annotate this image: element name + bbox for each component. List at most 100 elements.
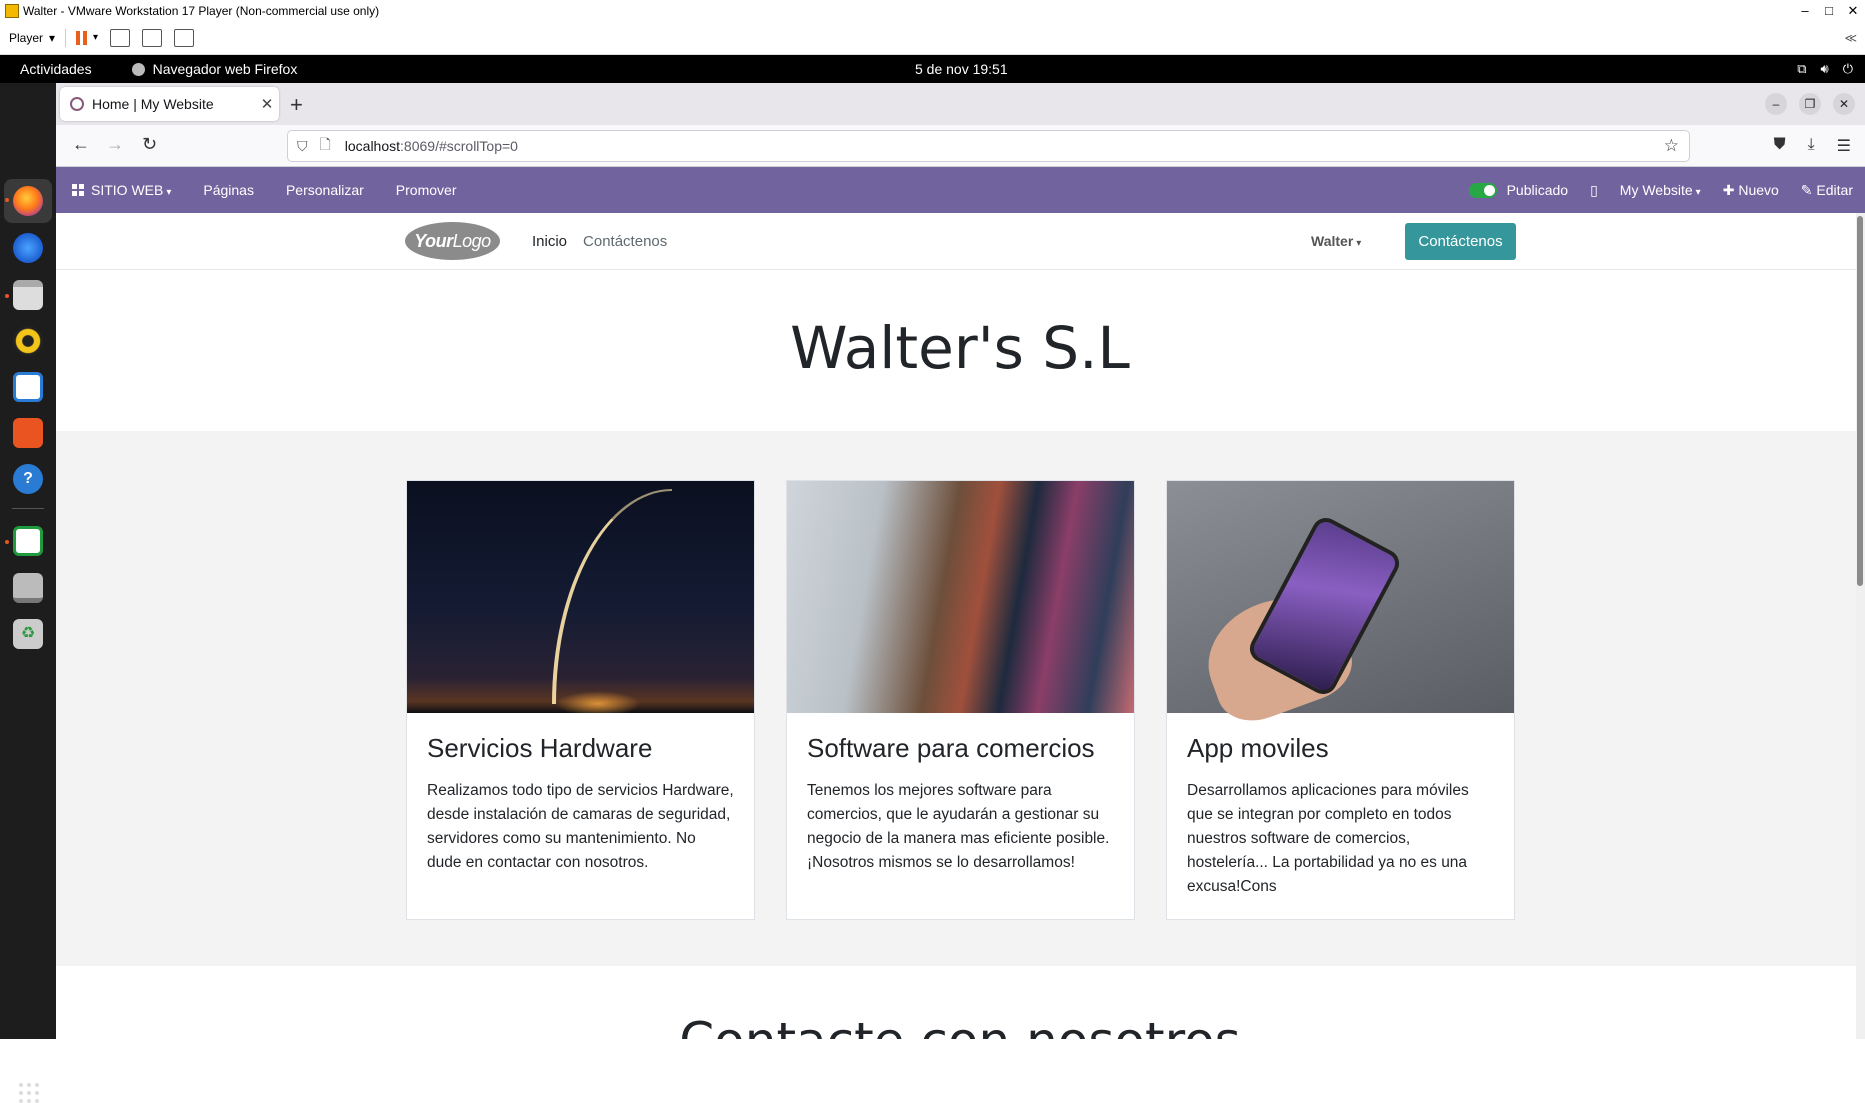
shield-icon[interactable]: ⛉ [297,138,308,155]
user-menu[interactable]: Walter [1311,233,1361,249]
vmware-logo-icon [5,3,19,18]
close-tab-icon[interactable]: ✕ [255,95,279,113]
site-header: YourLogo Inicio Contáctenos Walter Contá… [56,213,1856,270]
service-card: Software para comercios Tenemos los mejo… [786,480,1135,920]
close-icon[interactable]: ✕ [1833,93,1855,115]
thunderbird-icon[interactable] [13,233,43,263]
new-tab-icon[interactable]: + [290,92,303,118]
rocket-trail [552,489,672,704]
nav-contact[interactable]: Contáctenos [583,233,667,250]
minimize-icon[interactable]: – [1793,3,1817,19]
player-menu-label: Player [9,30,44,45]
published-label: Publicado [1506,181,1569,198]
drive-icon[interactable] [13,573,43,603]
url-bar[interactable]: ⛉ 🗋︎ localhost :8069/#scrollTop=0 ☆ [287,130,1690,162]
rocket-launch-image [407,481,754,713]
show-apps-icon[interactable] [19,1083,39,1103]
odoo-website-admin-bar: SITIO WEB Páginas Personalizar Promover … [56,167,1865,213]
close-icon[interactable]: ✕ [1841,3,1865,19]
clothing-rack-image [787,481,1134,713]
minimize-icon[interactable]: – [1765,93,1787,115]
card-title: Servicios Hardware [427,733,653,763]
edit-button-label: Editar [1816,181,1853,198]
clock[interactable]: 5 de nov 19:51 [915,61,1008,77]
hero-section: Walter's S.L [56,270,1856,431]
running-indicator [5,198,9,202]
activities-button[interactable]: Actividades [20,61,92,77]
pages-menu[interactable]: Páginas [203,182,254,198]
website-menu[interactable]: SITIO WEB [72,182,171,198]
website-menu-label: SITIO WEB [91,182,171,198]
fullscreen-icon[interactable] [142,28,163,47]
forward-icon[interactable]: → [106,134,124,155]
contact-button[interactable]: Contáctenos [1405,223,1516,260]
firefox-icon[interactable] [13,186,43,216]
website-switcher[interactable]: My Website [1620,182,1701,198]
calc-icon[interactable] [13,526,43,556]
gnome-top-bar: Actividades Navegador web Firefox 5 de n… [0,55,1865,83]
page-title: Walter's S.L [790,314,1130,382]
edit-button[interactable]: ✎ Editar [1801,182,1853,199]
downloads-icon[interactable]: ⤓ [1808,136,1815,156]
back-icon[interactable]: ← [72,134,90,155]
browser-tab[interactable]: Home | My Website ✕ [60,87,279,121]
site-nav: Inicio Contáctenos [532,233,667,250]
vmware-window-title: Walter - VMware Workstation 17 Player (N… [23,3,380,18]
hamburger-menu-icon[interactable]: ☰ [1837,136,1851,156]
maximize-icon[interactable]: □ [1817,3,1841,19]
card-title: Software para comercios [807,733,1095,763]
card-text: Realizamos todo tipo de servicios Hardwa… [427,782,734,871]
customize-menu[interactable]: Personalizar [286,182,364,198]
send-ctrl-alt-del-icon[interactable] [110,28,131,47]
card-text: Tenemos los mejores software para comerc… [807,782,1110,871]
new-button[interactable]: ✚ Nuevo [1723,182,1779,199]
collapse-toolbar-icon[interactable]: ≪ [1844,31,1857,45]
software-icon[interactable] [13,418,43,448]
browser-tab-bar: Home | My Website ✕ + – ❐ ✕ [56,83,1865,125]
browser-nav-bar: ← → ↻ ⛉ 🗋︎ localhost :8069/#scrollTop=0 … [56,125,1865,167]
published-toggle[interactable]: Publicado [1468,181,1569,199]
promote-menu[interactable]: Promover [396,182,457,198]
card-title: App moviles [1187,733,1329,763]
app-menu[interactable]: Navegador web Firefox [131,61,297,77]
pause-icon[interactable] [76,30,88,45]
vmware-toolbar: Player ▾ ▾ ≪ [0,21,1865,55]
page-scrollbar[interactable] [1856,213,1865,1039]
page-info-icon[interactable]: 🗋︎ [320,134,331,158]
apps-grid-icon [72,184,84,196]
new-button-label: Nuevo [1738,181,1779,198]
firefox-icon [131,62,145,76]
tab-title: Home | My Website [92,96,214,112]
trash-icon[interactable]: ♻ [13,619,43,649]
running-indicator [5,540,9,544]
dock-divider [12,508,44,509]
system-tray[interactable]: ⧉ 🔊︎ ⏻ [1797,61,1853,77]
help-icon[interactable]: ? [13,464,43,494]
card-text: Desarrollamos aplicaciones para móviles … [1187,782,1469,895]
toolbar-divider [65,28,67,47]
chevron-down-icon[interactable]: ▾ [93,32,98,43]
scrollbar-thumb[interactable] [1857,216,1863,586]
unity-icon[interactable] [174,28,195,47]
url-path: :8069/#scrollTop=0 [400,138,518,154]
restore-icon[interactable]: ❐ [1799,93,1821,115]
contact-section: Contacte con nosotros [56,966,1856,1039]
plus-icon: ✚ [1722,181,1739,198]
site-logo[interactable]: Your Logo [405,222,500,260]
bookmark-star-icon[interactable]: ☆ [1664,136,1679,156]
url-host: localhost [344,138,401,154]
mobile-preview-icon[interactable]: ▯ [1590,182,1598,199]
volume-icon: 🔊︎ [1820,61,1829,76]
reload-icon[interactable]: ↻ [142,134,157,155]
rhythmbox-icon[interactable] [13,326,43,356]
odoo-favicon-icon [70,97,84,111]
service-card: Servicios Hardware Realizamos todo tipo … [406,480,755,920]
player-menu[interactable]: Player ▾ [9,31,55,45]
files-icon[interactable] [13,280,43,310]
nav-home[interactable]: Inicio [532,233,567,250]
smartphone-image [1167,481,1514,732]
dock: ? ♻ [0,83,56,1103]
writer-icon[interactable] [13,372,43,402]
logo-text-your: Your [414,230,453,251]
pocket-icon[interactable]: ⛊ [1774,136,1786,156]
